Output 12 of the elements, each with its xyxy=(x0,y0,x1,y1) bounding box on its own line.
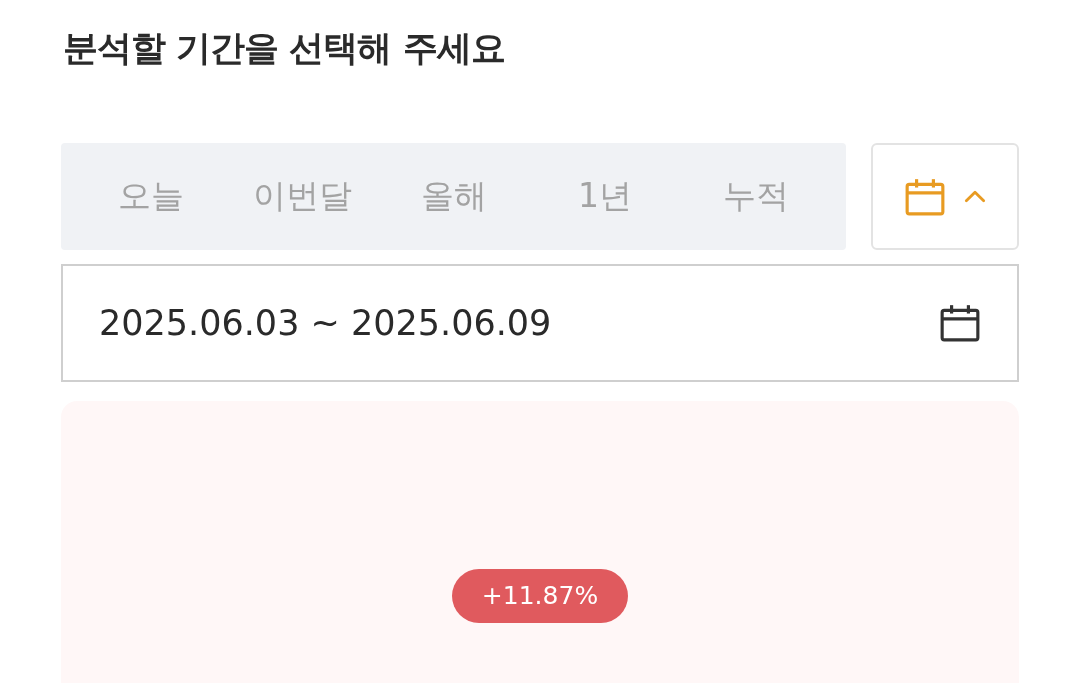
period-tab[interactable]: 이번달 xyxy=(226,143,378,250)
period-tab[interactable]: 올해 xyxy=(377,143,530,250)
date-range-field[interactable]: 2025.06.03 ~ 2025.06.09 xyxy=(61,264,1019,382)
page-title: 분석할 기간을 선택해 주세요 xyxy=(63,27,506,70)
calendar-icon xyxy=(939,302,981,344)
period-tab[interactable]: 1년 xyxy=(529,143,681,250)
calendar-toggle-button[interactable] xyxy=(871,143,1019,250)
date-range-value: 2025.06.03 ~ 2025.06.09 xyxy=(99,303,552,343)
change-badge: +11.87% xyxy=(451,569,629,623)
caret-icon xyxy=(964,190,986,203)
period-tab[interactable]: 누적 xyxy=(680,143,833,250)
period-tab[interactable]: 오늘 xyxy=(75,143,227,250)
